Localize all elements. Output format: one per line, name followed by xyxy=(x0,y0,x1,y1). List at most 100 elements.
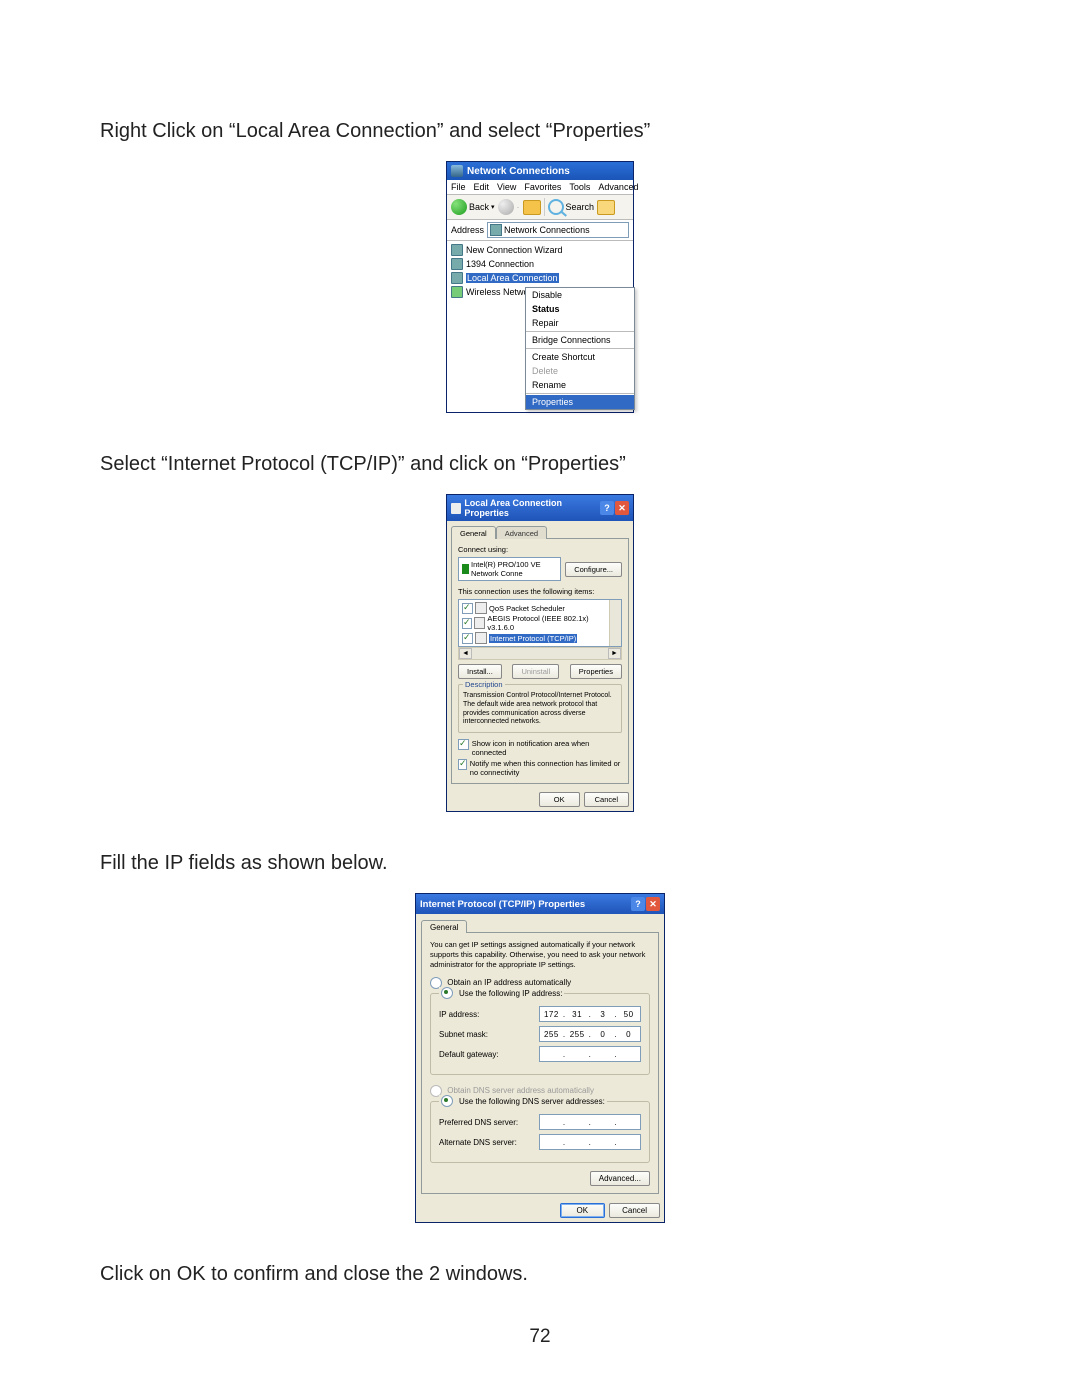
forward-button[interactable] xyxy=(498,199,514,215)
item-buttons: Install... Uninstall Properties xyxy=(458,664,622,679)
use-ip-legend[interactable]: Use the following IP address: xyxy=(439,987,564,999)
tab-advanced[interactable]: Advanced xyxy=(496,526,547,539)
description-legend: Description xyxy=(463,680,505,689)
nc-menubar: File Edit View Favorites Tools Advanced xyxy=(447,180,633,195)
lac-footer: OK Cancel xyxy=(447,788,633,811)
ctx-bridge[interactable]: Bridge Connections xyxy=(526,333,634,347)
ok-button[interactable]: OK xyxy=(539,792,580,807)
tab-general[interactable]: General xyxy=(451,526,496,539)
nic-icon xyxy=(462,564,469,574)
ctx-delete: Delete xyxy=(526,364,634,378)
ctx-sep xyxy=(526,393,634,394)
wireless-icon xyxy=(451,286,463,298)
radio-use-ip[interactable] xyxy=(441,987,453,999)
adapter-name: Intel(R) PRO/100 VE Network Conne xyxy=(471,560,557,578)
help-button[interactable]: ? xyxy=(631,897,645,911)
menu-file[interactable]: File xyxy=(451,182,466,192)
back-arrow-icon xyxy=(451,199,467,215)
address-label: Address xyxy=(451,225,484,235)
nc-item[interactable]: New Connection Wizard xyxy=(451,243,629,257)
ctx-properties[interactable]: Properties xyxy=(526,395,634,409)
scroll-left-icon[interactable]: ◄ xyxy=(459,648,472,659)
ctx-sep xyxy=(526,348,634,349)
checkbox-icon[interactable] xyxy=(462,618,472,629)
menu-view[interactable]: View xyxy=(497,182,516,192)
configure-button[interactable]: Configure... xyxy=(565,562,622,577)
document-page: Right Click on “Local Area Connection” a… xyxy=(0,0,1080,1397)
menu-favorites[interactable]: Favorites xyxy=(524,182,561,192)
list-item-tcpip[interactable]: Internet Protocol (TCP/IP) xyxy=(462,632,606,644)
ip-address-input[interactable]: 172. 31. 3. 50 xyxy=(539,1006,641,1022)
install-button[interactable]: Install... xyxy=(458,664,502,679)
ctx-rename[interactable]: Rename xyxy=(526,378,634,392)
network-connections-window: Network Connections File Edit View Favor… xyxy=(446,161,634,413)
checkbox-icon[interactable] xyxy=(462,633,473,644)
screenshot-2-wrap: Local Area Connection Properties ? ✕ Gen… xyxy=(100,494,980,812)
description-group: Description Transmission Control Protoco… xyxy=(458,684,622,733)
toolbar-sep: · xyxy=(517,202,520,212)
item-icon xyxy=(474,617,485,629)
address-field[interactable]: Network Connections xyxy=(487,222,629,238)
back-button[interactable]: Back ▾ xyxy=(451,199,495,215)
instruction-step1: Right Click on “Local Area Connection” a… xyxy=(100,120,980,143)
horizontal-scrollbar[interactable]: ◄ ► xyxy=(458,647,622,660)
menu-tools[interactable]: Tools xyxy=(569,182,590,192)
ctx-disable[interactable]: Disable xyxy=(526,288,634,302)
nc-item-list: New Connection Wizard 1394 Connection Lo… xyxy=(447,241,633,412)
list-item[interactable]: AEGIS Protocol (IEEE 802.1x) v3.1.6.0 xyxy=(462,614,606,632)
item-properties-button[interactable]: Properties xyxy=(570,664,622,679)
network-icon xyxy=(451,165,463,177)
search-label: Search xyxy=(566,202,595,212)
use-ip-group: Use the following IP address: IP address… xyxy=(430,993,650,1075)
up-folder-icon[interactable] xyxy=(523,200,541,215)
ip-description: You can get IP settings assigned automat… xyxy=(430,940,650,969)
connection-icon xyxy=(451,258,463,270)
subnet-input[interactable]: 255. 255. 0. 0 xyxy=(539,1026,641,1042)
vertical-scrollbar[interactable] xyxy=(609,600,621,646)
show-icon-checkbox[interactable] xyxy=(458,739,469,750)
lac-tabs: General Advanced xyxy=(447,521,633,538)
close-button[interactable]: ✕ xyxy=(646,897,660,911)
lac-titlebar: Local Area Connection Properties ? ✕ xyxy=(447,495,633,521)
search-button[interactable]: Search xyxy=(548,199,595,215)
menu-edit[interactable]: Edit xyxy=(474,182,490,192)
uninstall-button: Uninstall xyxy=(512,664,559,679)
use-ip-label: Use the following IP address: xyxy=(459,989,562,998)
item-icon xyxy=(475,602,487,614)
lac-title: Local Area Connection Properties xyxy=(464,498,600,518)
help-button[interactable]: ? xyxy=(600,501,614,515)
instruction-step3: Fill the IP fields as shown below. xyxy=(100,852,980,875)
search-icon xyxy=(548,199,564,215)
use-dns-legend[interactable]: Use the following DNS server addresses: xyxy=(439,1095,607,1107)
tab-general[interactable]: General xyxy=(421,920,467,933)
connection-items-list[interactable]: QoS Packet Scheduler AEGIS Protocol (IEE… xyxy=(458,599,622,647)
ok-button[interactable]: OK xyxy=(560,1203,606,1218)
nc-item-local-area[interactable]: Local Area Connection xyxy=(451,271,629,285)
preferred-dns-input[interactable]: . . . xyxy=(539,1114,641,1130)
list-item[interactable]: QoS Packet Scheduler xyxy=(462,602,606,614)
ip-body: You can get IP settings assigned automat… xyxy=(421,932,659,1194)
tcpip-properties-window: Internet Protocol (TCP/IP) Properties ? … xyxy=(415,893,665,1223)
radio-use-dns[interactable] xyxy=(441,1095,453,1107)
notify-checkbox[interactable] xyxy=(458,759,467,770)
folders-icon[interactable] xyxy=(597,200,615,215)
ctx-repair[interactable]: Repair xyxy=(526,316,634,330)
checkbox-icon[interactable] xyxy=(462,603,473,614)
ip-tabs: General xyxy=(416,914,664,932)
notify-label: Notify me when this connection has limit… xyxy=(470,759,622,777)
ctx-shortcut[interactable]: Create Shortcut xyxy=(526,350,634,364)
close-button[interactable]: ✕ xyxy=(615,501,629,515)
description-text: Transmission Control Protocol/Internet P… xyxy=(463,692,617,727)
menu-advanced[interactable]: Advanced xyxy=(598,182,638,192)
gateway-input[interactable]: . . . xyxy=(539,1046,641,1062)
cancel-button[interactable]: Cancel xyxy=(609,1203,660,1218)
ctx-status[interactable]: Status xyxy=(526,302,634,316)
cancel-button[interactable]: Cancel xyxy=(584,792,629,807)
nc-title: Network Connections xyxy=(467,166,570,177)
advanced-button[interactable]: Advanced... xyxy=(590,1171,650,1186)
use-dns-group: Use the following DNS server addresses: … xyxy=(430,1101,650,1163)
context-menu: Disable Status Repair Bridge Connections… xyxy=(525,287,635,410)
scroll-right-icon[interactable]: ► xyxy=(608,648,621,659)
alternate-dns-input[interactable]: . . . xyxy=(539,1134,641,1150)
nc-item[interactable]: 1394 Connection xyxy=(451,257,629,271)
